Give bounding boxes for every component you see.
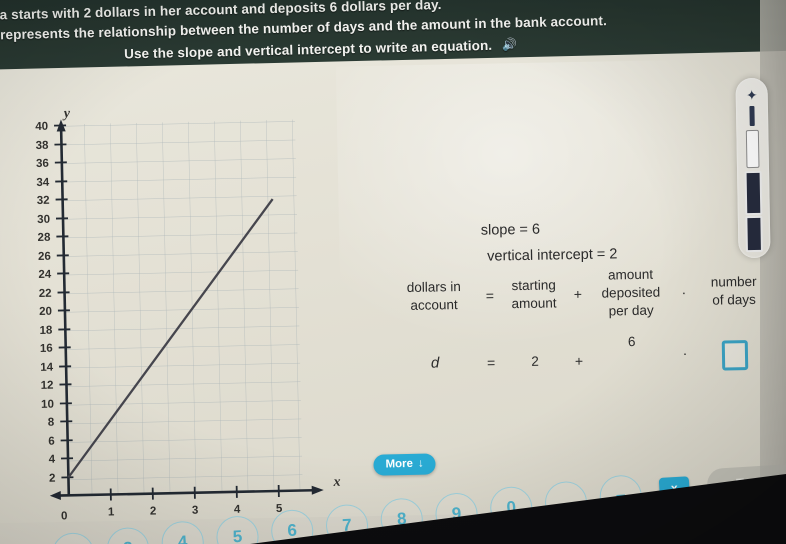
word-times-sign: · (681, 284, 687, 301)
svg-text:20: 20 (39, 306, 52, 318)
symbol-intercept-value: 2 (531, 353, 539, 369)
svg-text:34: 34 (36, 177, 50, 189)
svg-text:8: 8 (48, 417, 55, 429)
key-3[interactable]: 3 (105, 526, 151, 544)
more-label: More (385, 457, 414, 471)
svg-text:28: 28 (37, 232, 51, 244)
symbol-equals-sign: = (486, 353, 496, 371)
svg-text:12: 12 (41, 380, 54, 392)
screen-photo: a starts with 2 dollars in her account a… (0, 0, 786, 544)
header-instruction: Use the slope and vertical intercept to … (123, 37, 493, 62)
drawing-toolbar[interactable]: ✦ (735, 77, 771, 259)
svg-text:32: 32 (37, 195, 50, 207)
svg-text:36: 36 (36, 158, 49, 170)
key-2[interactable]: 2 (51, 531, 96, 544)
eraser-tool[interactable] (745, 215, 763, 253)
word-equation-row: dollars in account = starting amount + amo… (385, 264, 778, 325)
svg-text:16: 16 (40, 343, 53, 355)
speaker-icon[interactable]: 🔊 (502, 34, 518, 54)
y-axis-letter: y (62, 106, 71, 121)
key-4[interactable]: 4 (160, 520, 205, 544)
word-starting-amount: starting amount (511, 277, 557, 312)
pen-tool[interactable] (749, 105, 755, 127)
symbol-slope-value: 6 (627, 333, 636, 349)
svg-text:38: 38 (36, 140, 50, 152)
symbol-equation-row: d = 2 + 6 · (387, 334, 780, 382)
slope-statement: slope = 6 (480, 221, 541, 239)
more-button[interactable]: More ↓ (373, 453, 436, 476)
answer-input-box[interactable] (721, 340, 749, 371)
svg-text:14: 14 (40, 362, 54, 374)
svg-text:26: 26 (38, 251, 51, 263)
symbol-times-sign: · (682, 344, 688, 361)
y-tick-labels: 24 68 1012 1416 1820 2224 2628 3032 3436… (35, 121, 56, 485)
word-plus-sign: + (573, 285, 583, 303)
key-5[interactable]: 5 (215, 514, 260, 544)
symbol-d: d (430, 353, 440, 372)
svg-text:30: 30 (37, 214, 50, 226)
vertical-intercept-statement: vertical intercept = 2 (487, 246, 618, 265)
word-dollars-in-account: dollars in account (406, 279, 461, 313)
svg-text:22: 22 (39, 288, 52, 300)
svg-text:6: 6 (48, 436, 55, 448)
equation-panel: slope = 6 vertical intercept = 2 dollars… (376, 202, 779, 399)
svg-text:4: 4 (49, 454, 56, 466)
marker-tool[interactable] (744, 170, 763, 216)
arrow-down-icon: ↓ (417, 457, 424, 470)
word-equals-sign: = (485, 287, 495, 304)
highlighter-tool[interactable] (745, 129, 760, 169)
svg-text:10: 10 (41, 399, 54, 411)
svg-text:24: 24 (38, 269, 52, 281)
word-amount-deposited-per-day: amount deposited per day (601, 266, 661, 319)
symbol-plus-sign: + (574, 352, 584, 369)
pen-tip-icon[interactable]: ✦ (745, 87, 759, 103)
svg-text:40: 40 (35, 121, 48, 133)
svg-text:18: 18 (39, 325, 53, 337)
